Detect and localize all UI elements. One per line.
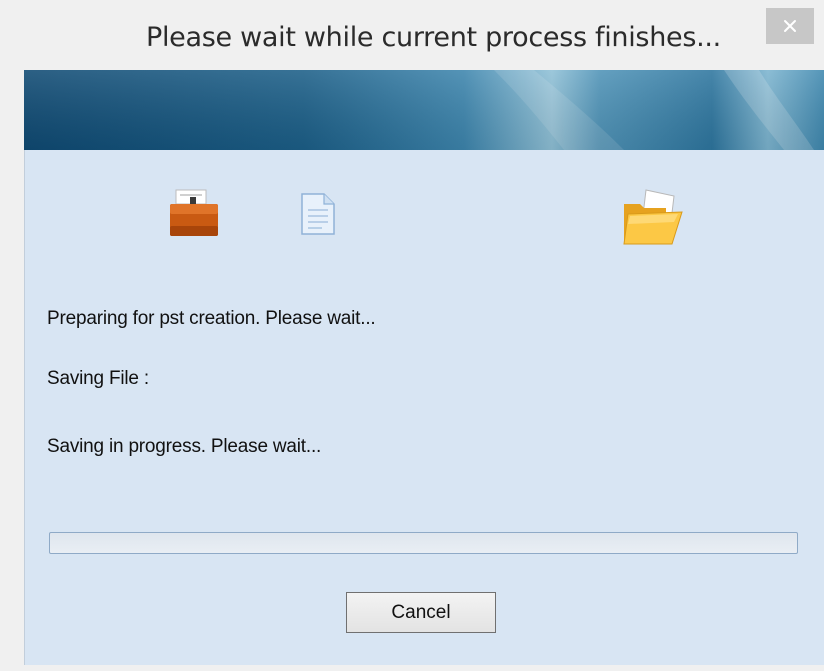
folder-icon: [620, 186, 686, 253]
close-icon: [784, 20, 796, 32]
status-saving-text: Saving in progress. Please wait...: [47, 436, 322, 457]
saving-file-label: Saving File :: [47, 368, 149, 389]
cancel-button[interactable]: Cancel: [346, 592, 496, 633]
dialog-title: Please wait while current process finish…: [146, 22, 721, 53]
window-frame-left: [0, 70, 24, 671]
close-button[interactable]: [766, 8, 814, 44]
briefcase-icon: [168, 188, 220, 243]
dialog-content: [24, 150, 824, 668]
window-frame-bottom: [0, 665, 824, 671]
title-bar: Please wait while current process finish…: [0, 0, 824, 70]
document-icon: [298, 190, 338, 243]
progress-bar: [49, 532, 798, 554]
progress-dialog: Please wait while current process finish…: [0, 0, 824, 671]
header-banner: [24, 70, 824, 150]
status-preparing-text: Preparing for pst creation. Please wait.…: [47, 308, 376, 329]
